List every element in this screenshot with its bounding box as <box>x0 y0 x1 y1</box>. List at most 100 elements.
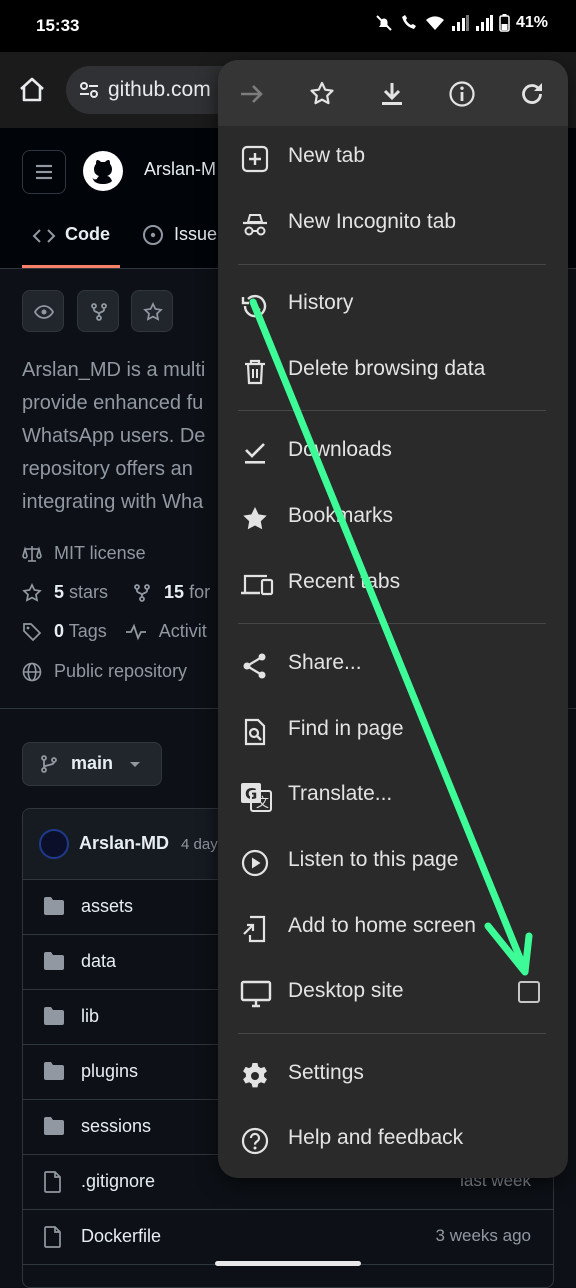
gear-icon <box>243 1063 267 1088</box>
menu-item-help-and-feedback[interactable]: Help and feedback <box>218 1110 568 1170</box>
file-name[interactable]: data <box>81 951 116 972</box>
watch-button[interactable] <box>22 290 64 332</box>
menu-item-label: Settings <box>288 1061 364 1084</box>
svg-text:文: 文 <box>256 796 269 811</box>
file-icon <box>44 1171 61 1193</box>
menu-item-label: Add to home screen <box>288 914 476 937</box>
translate-icon: G文 <box>241 783 272 812</box>
stars-link[interactable]: 5 stars 15 for <box>22 582 210 603</box>
file-name[interactable]: plugins <box>81 1061 138 1082</box>
desktop-site-checkbox[interactable] <box>518 981 540 1003</box>
description-line: repository offers an <box>22 458 193 480</box>
menu-item-settings[interactable]: Settings <box>218 1045 568 1105</box>
gesture-nav-bar[interactable] <box>215 1261 361 1266</box>
tags-label: Tags <box>68 621 107 641</box>
tab-issues-label: Issue <box>174 224 218 244</box>
description-line: provide enhanced fu <box>22 392 204 414</box>
star-icon <box>243 507 267 530</box>
refresh-button[interactable] <box>518 80 546 108</box>
repo-owner-link[interactable]: Arslan-M <box>144 159 216 180</box>
wifi-icon <box>425 15 445 31</box>
signal-icon-2 <box>475 15 493 31</box>
menu-item-recent-tabs[interactable]: Recent tabs <box>218 554 568 614</box>
info-icon <box>449 81 475 107</box>
page-info-button[interactable] <box>448 80 476 108</box>
license-label: MIT license <box>54 543 146 563</box>
commit-author[interactable]: Arslan-MD <box>79 833 169 854</box>
avatar <box>39 829 69 859</box>
tags-link[interactable]: 0 Tags Activit <box>22 621 207 642</box>
branch-icon <box>41 755 57 773</box>
menu-item-share[interactable]: Share... <box>218 635 568 695</box>
bookmark-page-button[interactable] <box>308 80 336 108</box>
file-name[interactable]: assets <box>81 896 133 917</box>
hamburger-menu-button[interactable] <box>22 150 66 194</box>
home-icon <box>20 77 44 102</box>
history-icon <box>241 294 267 318</box>
menu-item-label: Share... <box>288 651 362 674</box>
file-name[interactable]: lib <box>81 1006 99 1027</box>
list-item[interactable]: Dockerfile 3 weeks ago <box>23 1209 553 1265</box>
description-line: WhatsApp users. De <box>22 425 206 447</box>
forks-label: for <box>189 582 211 602</box>
folder-icon <box>44 1117 64 1135</box>
tab-code[interactable]: Code <box>22 224 120 268</box>
site-settings-icon[interactable] <box>78 79 100 101</box>
devices-icon <box>241 574 274 596</box>
menu-item-label: New Incognito tab <box>288 210 457 233</box>
folder-icon <box>44 897 64 915</box>
menu-item-new-tab[interactable]: New tab <box>218 128 568 188</box>
menu-item-new-incognito-tab[interactable]: New Incognito tab <box>218 194 568 254</box>
menu-item-bookmarks[interactable]: Bookmarks <box>218 488 568 548</box>
folder-icon <box>44 1062 64 1080</box>
fork-icon <box>134 583 150 602</box>
forks-link[interactable]: 15 for <box>164 582 210 603</box>
menu-divider <box>238 1033 546 1034</box>
menu-item-find-in-page[interactable]: Find in page <box>218 701 568 761</box>
description-line: integrating with Wha <box>22 491 204 513</box>
star-outline-icon <box>143 302 163 321</box>
forward-icon <box>241 85 263 103</box>
file-name[interactable]: Dockerfile <box>81 1226 161 1247</box>
menu-item-add-to-home-screen[interactable]: Add to home screen <box>218 898 568 958</box>
star-button[interactable] <box>131 290 173 332</box>
menu-item-listen-to-page[interactable]: Listen to this page <box>218 832 568 892</box>
file-name[interactable]: sessions <box>81 1116 151 1137</box>
branch-selector[interactable]: main <box>22 742 162 786</box>
menu-item-history[interactable]: History <box>218 275 568 335</box>
home-button[interactable] <box>16 74 48 106</box>
branch-name: main <box>71 753 114 773</box>
menu-item-label: Listen to this page <box>288 848 459 871</box>
find-icon <box>244 718 266 746</box>
bookmark-star-icon <box>310 81 334 105</box>
fork-button[interactable] <box>77 290 119 332</box>
tab-code-label: Code <box>65 224 110 244</box>
file-name[interactable]: .gitignore <box>81 1171 155 1192</box>
download-page-button[interactable] <box>378 80 406 108</box>
menu-item-label: Desktop site <box>288 979 404 1002</box>
visibility-label: Public repository <box>54 661 188 681</box>
menu-item-label: Bookmarks <box>288 504 394 527</box>
signal-icon <box>451 15 469 31</box>
battery-icon <box>499 14 510 32</box>
menu-item-downloads[interactable]: Downloads <box>218 422 568 482</box>
hamburger-icon <box>36 164 52 180</box>
menu-item-delete-browsing-data[interactable]: Delete browsing data <box>218 341 568 401</box>
menu-item-label: History <box>288 291 354 314</box>
share-icon <box>243 653 266 679</box>
play-icon <box>241 849 269 877</box>
code-icon <box>32 229 56 243</box>
menu-item-desktop-site[interactable]: Desktop site <box>218 963 568 1023</box>
issue-icon <box>143 225 163 245</box>
activity-label[interactable]: Activit <box>159 621 207 642</box>
menu-item-translate[interactable]: G文 Translate... <box>218 766 568 826</box>
github-logo[interactable] <box>82 150 124 192</box>
stars-count: 5 <box>54 582 65 602</box>
license-link[interactable]: MIT license <box>22 543 146 564</box>
eye-icon <box>34 305 54 319</box>
forward-button[interactable] <box>238 80 266 108</box>
activity-icon <box>125 623 146 640</box>
mute-icon <box>375 14 393 32</box>
commit-time: 4 day <box>181 836 218 853</box>
help-icon <box>241 1127 269 1155</box>
